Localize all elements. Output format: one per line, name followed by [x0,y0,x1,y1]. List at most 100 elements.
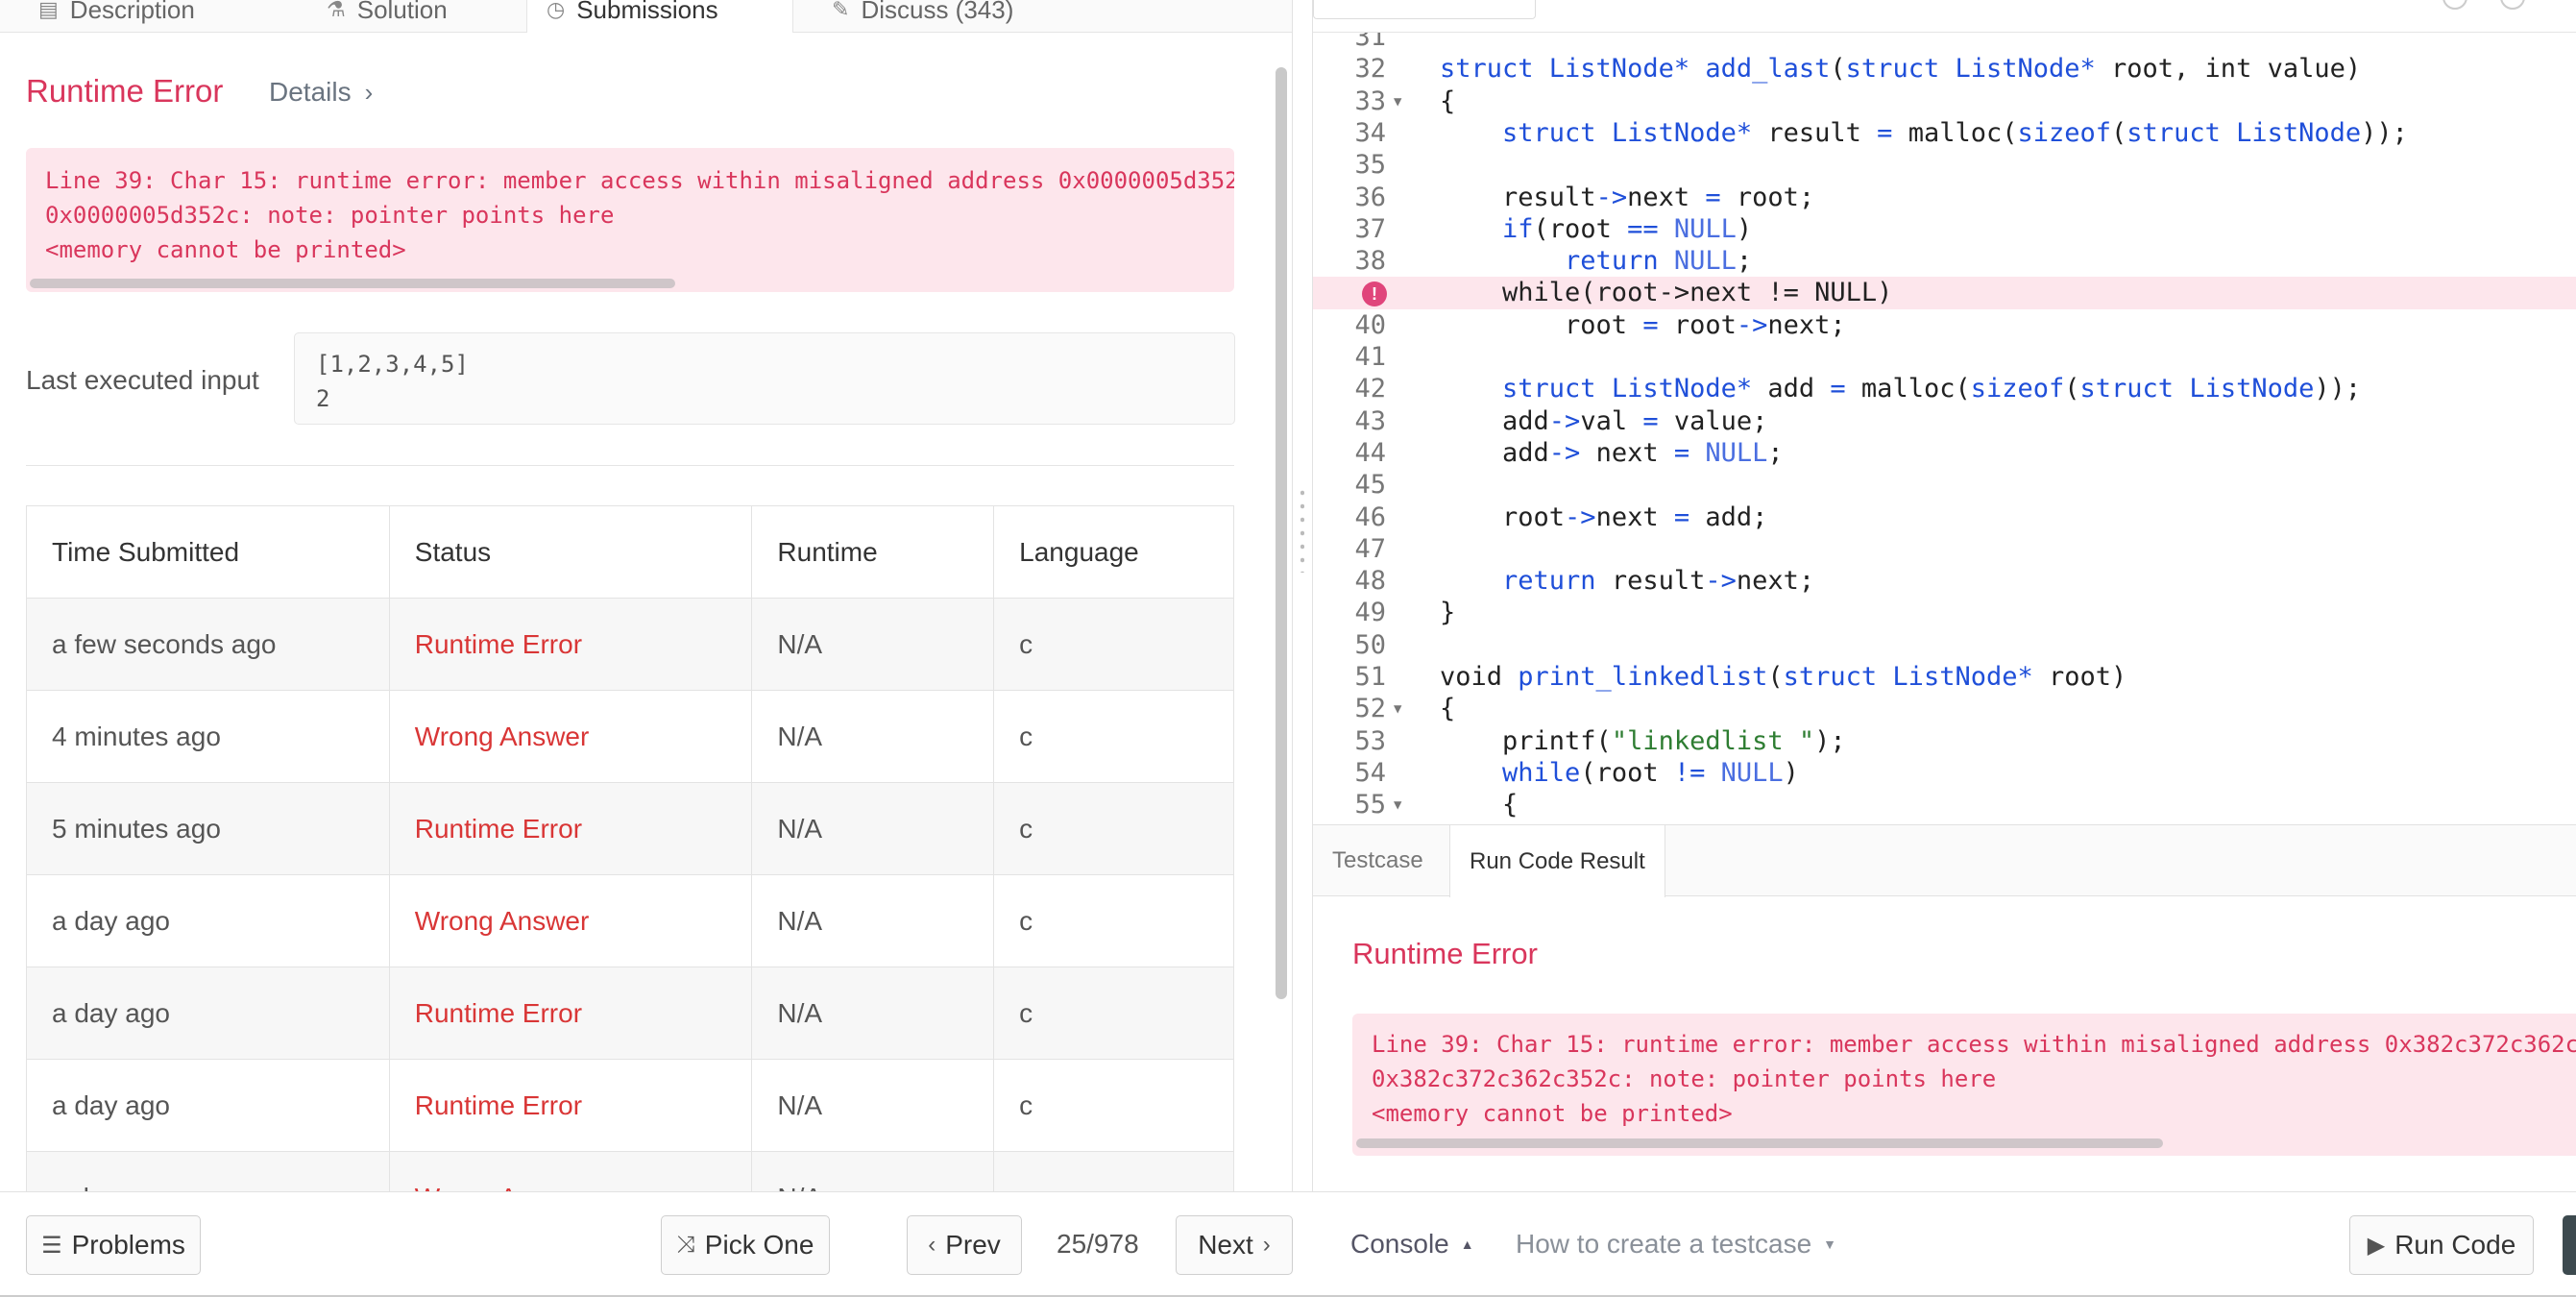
line-number: 47 [1354,533,1386,564]
submission-language: c [993,967,1234,1060]
tab-submissions[interactable]: ◷ Submissions [526,0,793,33]
details-link[interactable]: Details › [269,77,373,108]
error-marker-icon[interactable]: ! [1362,281,1387,307]
submission-status[interactable]: Wrong Answer [388,690,753,783]
testcase-help-link[interactable]: How to create a testcase ▼ [1516,1229,1836,1260]
tab-testcase[interactable]: Testcase [1313,825,1443,896]
tab-run-code-result[interactable]: Run Code Result [1449,825,1665,897]
footer-bar: ☰ Problems ⤨ Pick One ‹ Prev 25/978 Next… [0,1191,2576,1297]
tab-testcase-label: Testcase [1332,847,1423,873]
horizontal-scrollbar[interactable] [30,279,675,288]
table-row[interactable]: a day agoWrong AnswerN/Ac [26,874,1234,967]
code-line[interactable]: 38 return NULL; [1313,245,2576,278]
code-line[interactable]: 53 printf("linkedlist "); [1313,725,2576,758]
code-line[interactable]: 40 root = root->next; [1313,309,2576,342]
run-code-label: Run Code [2394,1230,2516,1260]
code-line[interactable]: 36 result->next = root; [1313,182,2576,214]
pick-one-label: Pick One [704,1230,814,1260]
code-line[interactable]: 31 [1313,33,2576,54]
submission-language: c [993,874,1234,967]
code-line[interactable]: 50 [1313,629,2576,662]
code-text: struct ListNode* add = malloc(sizeof(str… [1502,374,2362,404]
code-line[interactable]: 33 ▼ { [1313,86,2576,118]
fold-toggle-icon[interactable]: ▼ [1394,86,1401,118]
testcase-help-label: How to create a testcase [1516,1229,1812,1259]
list-icon: ☰ [41,1232,62,1259]
prev-label: Prev [945,1230,1001,1260]
drag-handle-icon[interactable] [1300,486,1304,573]
code-line[interactable]: 37 if(root == NULL) [1313,213,2576,246]
settings-icon[interactable] [2442,0,2467,10]
code-line[interactable]: 55 ▼ { [1313,789,2576,821]
submission-time: a day ago [26,967,390,1060]
table-row[interactable]: 5 minutes ago Runtime Error N/A c [26,782,1234,875]
code-line[interactable]: 32 struct ListNode* add_last(struct ListN… [1313,53,2576,86]
code-line[interactable]: 48 return result->next; [1313,565,2576,598]
code-line[interactable]: 42 struct ListNode* add = malloc(sizeof(… [1313,373,2576,405]
table-row[interactable]: 4 minutes ago Wrong Answer N/A c [26,690,1234,783]
console-label: Console [1350,1229,1449,1259]
code-text: } [1440,598,1456,628]
code-line[interactable]: 51 void print_linkedlist(struct ListNode*… [1313,661,2576,694]
table-row[interactable]: a day ago Runtime Error N/A c [26,1059,1234,1152]
problems-button[interactable]: ☰ Problems [26,1215,201,1275]
fullscreen-icon[interactable] [2500,0,2525,10]
submission-status[interactable]: Runtime Error [388,782,753,875]
submission-status[interactable]: Wrong Answer [388,1151,753,1191]
last-input-label: Last executed input [26,365,259,395]
vertical-scrollbar[interactable] [1276,67,1287,999]
line-number: 42 [1354,374,1386,404]
code-editor[interactable]: 31 32 struct ListNode* add_last(struct Lis… [1313,33,2576,824]
table-row[interactable]: a few seconds ago Runtime Error N/A c [26,598,1234,691]
code-text: void print_linkedlist(struct ListNode* r… [1440,662,2127,692]
submission-status[interactable]: Runtime Error [388,598,753,691]
submission-runtime: N/A [751,874,995,967]
line-number: 49 [1354,598,1386,628]
code-text: while(root->next != NULL) [1440,278,1893,308]
console-toggle[interactable]: Console ▲ [1350,1229,1474,1260]
document-icon: ▤ [38,0,59,21]
horizontal-scrollbar[interactable] [1356,1138,2163,1148]
next-button[interactable]: Next › [1176,1215,1293,1275]
code-line[interactable]: 54 while(root != NULL) [1313,757,2576,790]
code-line[interactable]: 45 [1313,469,2576,502]
fold-toggle-icon[interactable]: ▼ [1394,789,1401,821]
language-select[interactable] [1313,0,1536,19]
code-text: { [1440,86,1456,116]
code-line[interactable]: 49} [1313,597,2576,629]
code-text: printf("linkedlist "); [1440,725,1846,756]
code-line[interactable]: 52 ▼ { [1313,693,2576,725]
fold-toggle-icon[interactable]: ▼ [1394,693,1401,725]
line-number: 50 [1354,629,1386,660]
prev-button[interactable]: ‹ Prev [907,1215,1022,1275]
problems-label: Problems [71,1230,185,1260]
pick-one-button[interactable]: ⤨ Pick One [661,1215,830,1275]
console-tab-bar: Testcase Run Code Result [1313,825,2576,897]
tab-discuss[interactable]: ✎ Discuss (343) [813,0,1033,33]
submission-time: a day ago [26,874,390,967]
code-line[interactable]: 35 [1313,149,2576,182]
console-status-title: Runtime Error [1352,937,1538,970]
run-code-button[interactable]: ▶ Run Code [2349,1215,2534,1275]
code-line[interactable]: 43 add->val = value; [1313,405,2576,438]
tab-solution[interactable]: ⚗ Solution [307,0,467,33]
error-message-text: Line 39: Char 15: runtime error: member … [45,163,1234,267]
table-row[interactable]: a day ago Runtime Error N/A c [26,967,1234,1060]
submission-status[interactable]: Runtime Error [388,967,753,1060]
table-row[interactable]: a day agoWrong AnswerN/Ac [26,1151,1234,1191]
code-line[interactable]: 34 struct ListNode* result = malloc(size… [1313,117,2576,150]
code-line[interactable]: 47 [1313,533,2576,566]
code-line[interactable]: 46 root->next = add; [1313,502,2576,534]
submit-button[interactable] [2563,1215,2576,1275]
code-line[interactable]: 41 [1313,341,2576,374]
shuffle-icon: ⤨ [676,1232,695,1258]
submission-status[interactable]: Wrong Answer [388,874,753,967]
code-line[interactable]: 44 add-> next = NULL; [1313,437,2576,470]
code-line[interactable]: ! while(root->next != NULL) [1313,277,2576,310]
submission-language: c [993,1059,1234,1152]
tab-description[interactable]: ▤ Description [19,0,214,33]
panel-splitter[interactable] [1292,0,1313,1191]
submission-status[interactable]: Runtime Error [388,1059,753,1152]
code-text: root->next = add; [1440,502,1768,532]
submissions-table: Time Submitted Status Runtime Language a… [26,505,1234,1191]
